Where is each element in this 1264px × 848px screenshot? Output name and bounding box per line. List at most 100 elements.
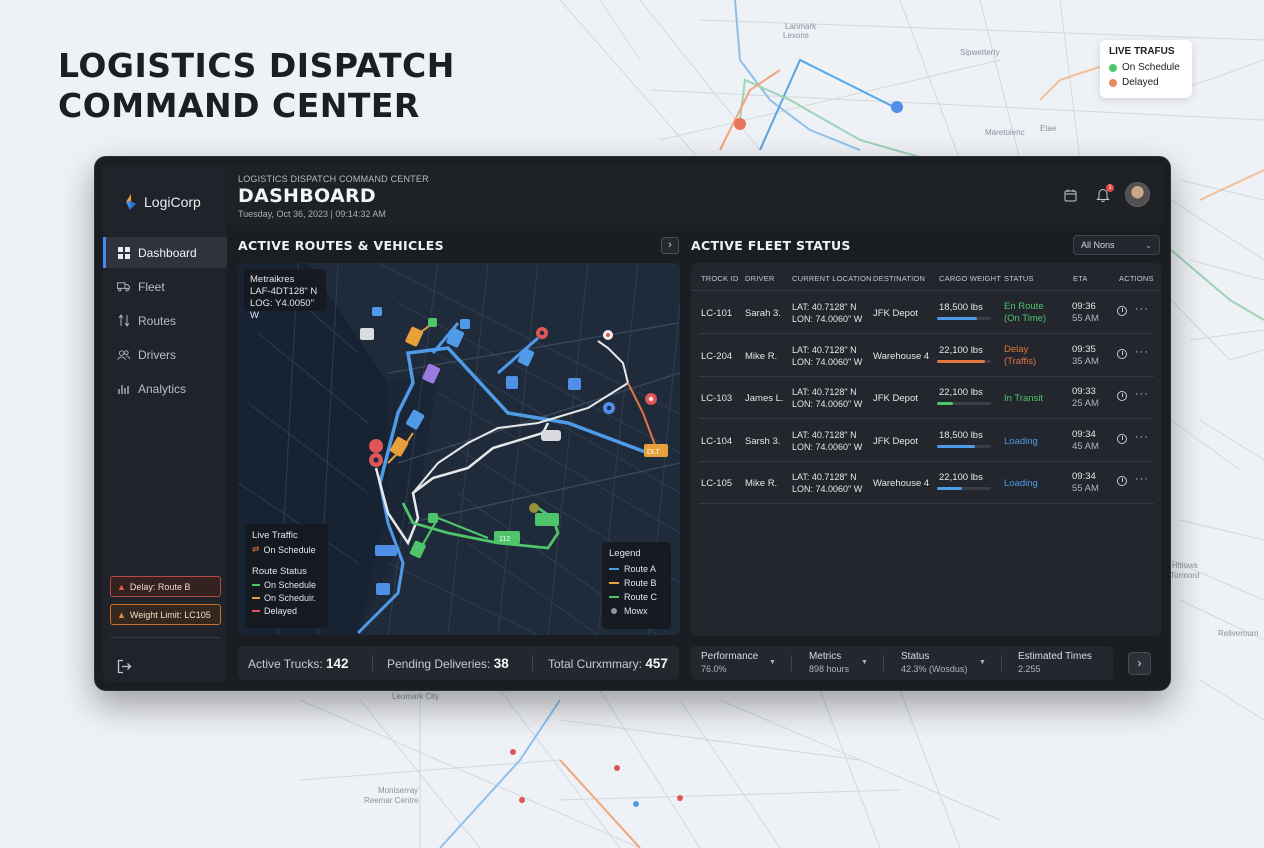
route-status-label: Delayed bbox=[264, 606, 298, 616]
sidebar-item-dashboard[interactable]: Dashboard bbox=[103, 237, 227, 268]
line-swatch-icon bbox=[609, 568, 619, 570]
column-header[interactable]: TROCK ID bbox=[701, 274, 738, 283]
routes-expand-button[interactable]: › bbox=[661, 237, 679, 254]
status-line: In Transit bbox=[1004, 393, 1044, 404]
live-traffic-row: ⇌ On Schedule bbox=[252, 544, 321, 555]
line-swatch-icon bbox=[609, 582, 619, 584]
eta-time: 09:33 bbox=[1072, 386, 1096, 397]
more-icon[interactable]: ··· bbox=[1135, 388, 1149, 400]
column-header[interactable]: CARGO WEIGHT bbox=[939, 274, 1001, 283]
logout-icon bbox=[117, 659, 132, 674]
driver-name: Sarsh 3. bbox=[745, 435, 781, 447]
table-row[interactable]: LC-103 James L. LAT: 40.7128" N LON: 74.006… bbox=[699, 377, 1154, 419]
sidebar-item-label: Fleet bbox=[138, 279, 165, 294]
fleet-table-header: TROCK ID DRIVER CURRENT LOCATION DESTINA… bbox=[691, 263, 1161, 291]
eta-time: 09:34 bbox=[1072, 471, 1096, 482]
status-badge: Loading bbox=[1004, 436, 1038, 448]
legend-item: Route C bbox=[609, 592, 664, 602]
dashboard-window: LogiCorp Dashboard Fleet Routes Drivers bbox=[94, 156, 1171, 691]
eta: 09:36 55 AM bbox=[1072, 301, 1099, 325]
metric-divider bbox=[883, 655, 884, 671]
column-header[interactable]: ACTIONS bbox=[1119, 274, 1154, 283]
stat-value: 142 bbox=[326, 656, 349, 671]
route-map[interactable]: 112 DLT Metraikres LAF-4DT128" N LOG: Y4… bbox=[238, 263, 680, 635]
stat-label: Active Trucks: bbox=[248, 657, 323, 671]
more-icon[interactable]: ··· bbox=[1135, 303, 1149, 315]
live-traffic-row-label: On Schedule bbox=[263, 544, 316, 555]
metrics-next-button[interactable]: › bbox=[1128, 652, 1151, 675]
location-lon: LON: 74.0060" W bbox=[792, 399, 863, 409]
alert-delay-route-b[interactable]: ▲ Delay: Route B bbox=[110, 576, 221, 597]
legend-label: Route C bbox=[624, 592, 658, 602]
legend-heading: Legend bbox=[609, 548, 641, 559]
cargo-weight-bar bbox=[937, 444, 991, 448]
cargo-weight: 22,100 lbs bbox=[939, 472, 983, 483]
metric-estimated-times[interactable]: Estimated Times 2.255 bbox=[1018, 651, 1092, 674]
clock-icon[interactable] bbox=[1117, 433, 1127, 444]
column-header[interactable]: CURRENT LOCATION bbox=[792, 274, 872, 283]
metric-label: Metrics bbox=[809, 651, 842, 662]
more-icon[interactable]: ··· bbox=[1135, 431, 1149, 443]
warning-icon: ▲ bbox=[117, 581, 126, 592]
status-line: Delay bbox=[1004, 343, 1029, 355]
route-status-row: On Schedule bbox=[252, 580, 321, 590]
column-header[interactable]: DRIVER bbox=[745, 274, 775, 283]
hero-title-line: COMMAND CENTER bbox=[58, 86, 420, 125]
metric-status[interactable]: Status 42.3% (Wosdus) bbox=[901, 651, 967, 674]
eta: 09:33 25 AM bbox=[1072, 386, 1099, 410]
clock-icon[interactable] bbox=[1117, 348, 1127, 359]
notifications-button[interactable]: 1 bbox=[1096, 184, 1114, 207]
caret-down-icon: ▼ bbox=[979, 659, 986, 666]
avatar[interactable] bbox=[1125, 182, 1150, 207]
chevron-right-icon: › bbox=[1137, 656, 1142, 670]
status-dot-icon bbox=[1109, 63, 1117, 72]
route-status-row: On Scheduir. bbox=[252, 593, 321, 603]
line-swatch-icon bbox=[252, 584, 260, 586]
notification-badge: 1 bbox=[1106, 184, 1114, 192]
table-row[interactable]: LC-105 Mike R. LAT: 40.7128" N LON: 74.0060… bbox=[699, 462, 1154, 504]
metric-metrics[interactable]: Metrics 898 hours bbox=[809, 651, 849, 674]
sidebar-item-drivers[interactable]: Drivers bbox=[103, 339, 227, 370]
more-icon[interactable]: ··· bbox=[1135, 346, 1149, 358]
metric-performance[interactable]: Performance 76.0% bbox=[701, 651, 758, 674]
table-row[interactable]: LC-204 Mike R. LAT: 40.7128" N LON: 74.0060… bbox=[699, 335, 1154, 377]
fleet-table: TROCK ID DRIVER CURRENT LOCATION DESTINA… bbox=[691, 263, 1161, 636]
column-header[interactable]: STATUS bbox=[1004, 274, 1034, 283]
alert-weight-limit[interactable]: ▲ Weight Limit: LC105 bbox=[110, 604, 221, 625]
alert-label: Delay: Route B bbox=[129, 581, 191, 592]
clock-icon[interactable] bbox=[1117, 306, 1127, 316]
column-header[interactable]: DESTINATION bbox=[873, 274, 925, 283]
bg-label: Leumark City bbox=[392, 692, 440, 701]
logout-button[interactable] bbox=[117, 659, 132, 679]
sidebar-item-routes[interactable]: Routes bbox=[103, 305, 227, 336]
clock-icon[interactable] bbox=[1117, 391, 1127, 401]
live-traffic-card: LIVE TRAFUS On Schedule Delayed bbox=[1100, 40, 1192, 98]
column-header[interactable]: ETA bbox=[1073, 274, 1088, 283]
bar-chart-icon bbox=[117, 382, 130, 395]
sidebar-item-analytics[interactable]: Analytics bbox=[103, 373, 227, 404]
truck-id: LC-105 bbox=[701, 478, 733, 489]
fleet-filter-dropdown[interactable]: All Nons ⌄ bbox=[1073, 235, 1160, 255]
sidebar-item-fleet[interactable]: Fleet bbox=[103, 271, 227, 302]
table-row[interactable]: LC-104 Sarsh 3. LAT: 40.7128" N LON: 74.006… bbox=[699, 420, 1154, 462]
status-badge: Loading bbox=[1004, 478, 1038, 490]
caret-down-icon: ▼ bbox=[861, 659, 868, 666]
eta: 09:34 55 AM bbox=[1072, 471, 1099, 495]
sidebar: LogiCorp Dashboard Fleet Routes Drivers bbox=[103, 165, 227, 682]
destination: Warehouse 4 bbox=[873, 350, 930, 362]
clock-icon[interactable] bbox=[1117, 476, 1127, 486]
route-status-heading: Route Status bbox=[252, 566, 307, 577]
more-icon[interactable]: ··· bbox=[1135, 473, 1149, 485]
cargo-weight: 22,100 lbs bbox=[939, 344, 983, 356]
page-title: DASHBOARD bbox=[238, 185, 376, 207]
logo[interactable]: LogiCorp bbox=[123, 193, 201, 211]
cargo-weight: 18,500 lbs bbox=[939, 302, 983, 313]
destination: Warehouse 4 bbox=[873, 478, 930, 489]
stat-divider bbox=[372, 655, 373, 671]
status-line: (On Time) bbox=[1004, 313, 1047, 324]
metric-divider bbox=[1001, 655, 1002, 671]
table-row[interactable]: LC-101 Sarah 3. LAT: 40.7128" N LON: 74.006… bbox=[699, 292, 1154, 334]
cargo-weight-bar-fill bbox=[937, 359, 985, 363]
current-location: LAT: 40.7128" N LON: 74.0060" W bbox=[792, 344, 862, 368]
calendar-button[interactable] bbox=[1064, 189, 1077, 207]
